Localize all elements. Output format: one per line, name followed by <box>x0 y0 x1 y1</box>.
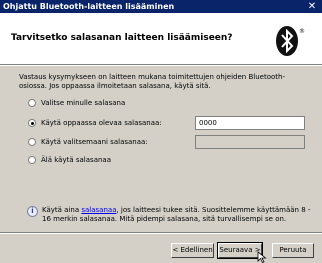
page-title: Tarvitsetko salasanan laitteen lisäämise… <box>11 33 233 43</box>
title-bar: Ohjattu Bluetooth-laitteen lisääminen ✕ <box>0 0 322 13</box>
radio-choose-for-me[interactable] <box>28 99 36 107</box>
info-text: Käytä aina salasanaa, jos laitteesi tuke… <box>42 206 312 224</box>
radio-use-own-passkey[interactable] <box>28 138 36 146</box>
option-label: Valitse minulle salasana <box>41 99 126 107</box>
bluetooth-icon: ® <box>276 26 305 56</box>
option-no-passkey[interactable]: Älä käytä salasanaa <box>28 154 111 166</box>
mouse-cursor-icon <box>257 251 267 263</box>
window-title: Ohjattu Bluetooth-laitteen lisääminen <box>3 2 175 11</box>
option-choose-for-me[interactable]: Valitse minulle salasana <box>28 97 125 109</box>
svg-text:®: ® <box>299 28 305 35</box>
cancel-button[interactable]: Peruuta <box>272 243 314 258</box>
instructions-text: Vastaus kysymykseen on laitteen mukana t… <box>19 73 285 90</box>
manual-passkey-field[interactable]: 0000 <box>195 116 305 130</box>
footer-divider-highlight <box>0 233 322 234</box>
option-use-own-passkey[interactable]: Käytä valitsemaani salasanaa: <box>28 136 148 148</box>
option-label: Käytä oppaassa olevaa salasanaa: <box>41 119 162 127</box>
info-icon: i <box>27 206 38 217</box>
option-use-manual-passkey[interactable]: Käytä oppaassa olevaa salasanaa: <box>28 117 162 129</box>
option-label: Käytä valitsemaani salasanaa: <box>41 138 148 146</box>
wizard-header: Tarvitsetko salasanan laitteen lisäämise… <box>0 13 322 65</box>
close-icon[interactable]: ✕ <box>306 0 318 13</box>
info-prefix: Käytä aina <box>42 206 82 214</box>
own-passkey-field[interactable] <box>195 135 305 149</box>
back-button[interactable]: < Edellinen <box>171 243 214 258</box>
info-note: i Käytä aina salasanaa, jos laitteesi tu… <box>27 206 312 224</box>
wizard-window: Ohjattu Bluetooth-laitteen lisääminen ✕ … <box>0 0 322 263</box>
passkey-link[interactable]: salasanaa <box>81 206 116 214</box>
radio-use-manual-passkey[interactable] <box>28 119 36 127</box>
option-label: Älä käytä salasanaa <box>41 156 111 164</box>
header-separator <box>0 65 322 66</box>
radio-no-passkey[interactable] <box>28 156 36 164</box>
next-button[interactable]: Seuraava > <box>217 242 263 259</box>
